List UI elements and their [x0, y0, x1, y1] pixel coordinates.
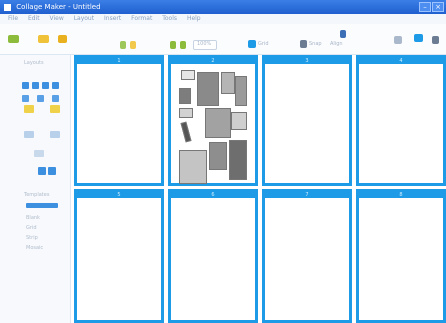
- save-button[interactable]: [38, 35, 49, 43]
- image-icon[interactable]: [34, 150, 44, 157]
- layout-icon[interactable]: [52, 95, 59, 102]
- print-button[interactable]: [58, 35, 67, 43]
- photo-scrap: [229, 140, 247, 180]
- photo-scrap: [181, 70, 195, 80]
- menu-bar: File Edit View Layout Insert Format Tool…: [0, 14, 446, 24]
- window-title: Collage Maker - Untitled: [16, 3, 101, 11]
- zoom-in-icon[interactable]: [170, 41, 176, 49]
- page-thumbnail[interactable]: 4: [356, 55, 446, 186]
- snap-icon[interactable]: [300, 40, 307, 48]
- layout-icon[interactable]: [52, 82, 59, 89]
- page-thumbnail[interactable]: 3: [262, 55, 352, 186]
- page-number: 1: [77, 58, 161, 64]
- menu-item-layout[interactable]: Layout: [74, 14, 94, 24]
- template-selected[interactable]: [26, 203, 58, 208]
- grid-label: Grid: [258, 41, 269, 47]
- page-thumbnail[interactable]: 7: [262, 189, 352, 323]
- sidebar-item[interactable]: Blank: [26, 215, 40, 221]
- page-number: 4: [359, 58, 443, 64]
- layout-icon[interactable]: [22, 95, 29, 102]
- tool-icon[interactable]: [340, 30, 346, 38]
- photo-scrap: [209, 142, 227, 170]
- folder-icon[interactable]: [24, 105, 34, 113]
- menu-item-help[interactable]: Help: [187, 14, 201, 24]
- align-label: Align: [330, 41, 343, 47]
- photo-scrap: [179, 150, 207, 184]
- page-number: 8: [359, 192, 443, 198]
- layout-icon[interactable]: [22, 82, 29, 89]
- photo-scrap: [205, 108, 231, 138]
- page-number: 5: [77, 192, 161, 198]
- layout-icon[interactable]: [37, 95, 44, 102]
- menu-item-file[interactable]: File: [8, 14, 18, 24]
- sidebar-item[interactable]: Grid: [26, 225, 37, 231]
- title-bar: Collage Maker - Untitled – ×: [0, 0, 446, 14]
- photo-scrap: [179, 108, 193, 118]
- sidebar-item[interactable]: Mosaic: [26, 245, 43, 251]
- sidebar-item[interactable]: Strip: [26, 235, 38, 241]
- templates-title: Templates: [24, 192, 50, 198]
- snap-label: Snap: [309, 41, 322, 47]
- help-icon[interactable]: [414, 34, 423, 42]
- page-thumbnail[interactable]: 5: [74, 189, 164, 323]
- page-thumbnail[interactable]: 8: [356, 189, 446, 323]
- menu-item-edit[interactable]: Edit: [28, 14, 40, 24]
- menu-item-view[interactable]: View: [50, 14, 64, 24]
- more-icon[interactable]: [432, 36, 439, 44]
- image-icon[interactable]: [50, 131, 60, 138]
- page-thumbnail[interactable]: 6: [168, 189, 258, 323]
- page-thumbnail[interactable]: 2: [168, 55, 258, 186]
- photo-collage: [175, 70, 251, 184]
- undo-icon[interactable]: [120, 41, 126, 49]
- settings-icon[interactable]: [394, 36, 402, 44]
- image-icon[interactable]: [24, 131, 34, 138]
- grid-icon[interactable]: [248, 40, 256, 48]
- minimize-button[interactable]: –: [419, 2, 431, 12]
- photo-scrap: [221, 72, 235, 94]
- page-number: 3: [265, 58, 349, 64]
- page-number: 6: [171, 192, 255, 198]
- frame-icon[interactable]: [48, 167, 56, 175]
- zoom-label: 100%: [197, 41, 212, 47]
- page-number: 2: [171, 58, 255, 64]
- photo-scrap: [231, 112, 247, 130]
- menu-item-format[interactable]: Format: [131, 14, 152, 24]
- redo-icon[interactable]: [130, 41, 136, 49]
- open-button[interactable]: [8, 35, 19, 43]
- app-icon: [4, 3, 11, 11]
- menu-item-tools[interactable]: Tools: [162, 14, 177, 24]
- photo-scrap: [235, 76, 247, 106]
- frame-icon[interactable]: [38, 167, 46, 175]
- sidebar-section-title: Layouts: [24, 60, 44, 66]
- close-button[interactable]: ×: [432, 2, 444, 12]
- page-number: 7: [265, 192, 349, 198]
- page-thumbnail[interactable]: 1: [74, 55, 164, 186]
- layout-icon[interactable]: [42, 82, 49, 89]
- layout-icon[interactable]: [32, 82, 39, 89]
- sidebar: Layouts Templates Blank Grid Strip Mosai…: [0, 55, 71, 323]
- photo-scrap: [197, 72, 219, 106]
- page-grid: 1 2 3 4 5 6 7 8: [72, 55, 446, 323]
- toolbar: 100% Grid Snap Align: [0, 24, 446, 55]
- photo-scrap: [179, 88, 191, 104]
- menu-item-insert[interactable]: Insert: [104, 14, 121, 24]
- zoom-out-icon[interactable]: [180, 41, 186, 49]
- folder-icon[interactable]: [50, 105, 60, 113]
- photo-scrap: [180, 121, 192, 143]
